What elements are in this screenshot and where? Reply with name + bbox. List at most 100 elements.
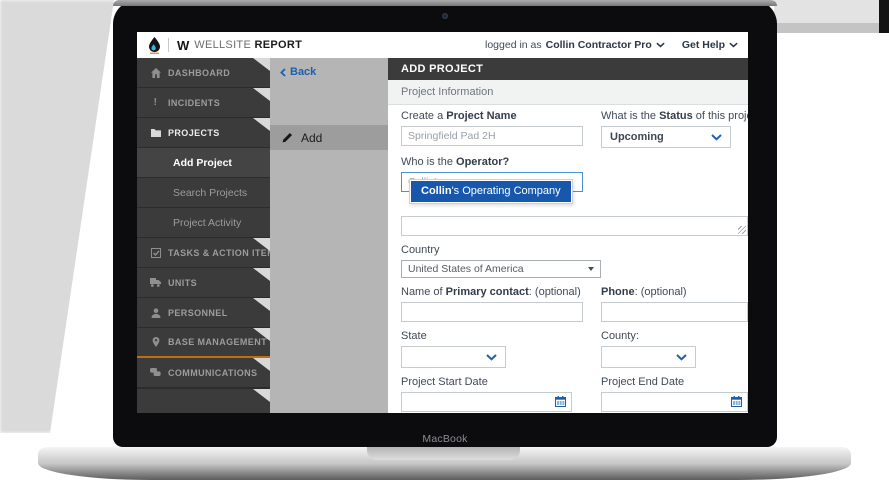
home-icon: [150, 68, 161, 78]
macbook-lid: W WELLSITE REPORT logged in as Collin Co…: [113, 0, 777, 447]
chevron-left-icon: [280, 68, 286, 77]
end-date-input[interactable]: [601, 392, 748, 412]
section-header: Project Information: [388, 80, 748, 105]
start-date-group: Project Start Date: [401, 376, 588, 412]
sidebar-subitem-label: Add Project: [173, 157, 232, 169]
page-title: ADD PROJECT: [388, 58, 748, 80]
user-menu[interactable]: logged in as Collin Contractor Pro: [485, 39, 665, 51]
form-row: Create a Project Name What is the Status…: [401, 110, 748, 148]
phone-input[interactable]: [601, 302, 748, 322]
folder-icon: [150, 128, 161, 137]
end-date-label: Project End Date: [601, 376, 748, 389]
form-row: [401, 216, 748, 236]
country-group: Country United States of America: [401, 244, 601, 278]
subnav-item-label: Add: [301, 131, 322, 145]
secondary-sidebar: Back Add: [270, 58, 388, 413]
chevron-down-icon: [656, 42, 665, 48]
droplet-logo-icon: [148, 37, 161, 54]
form-row: Country United States of America: [401, 244, 748, 278]
operator-group: Who is the Operator? Collin's Operating …: [401, 156, 588, 192]
sidebar-subitem-search-projects[interactable]: Search Projects: [137, 178, 270, 208]
autocomplete-option[interactable]: Collin's Operating Company: [411, 181, 571, 202]
sidebar-item-partial[interactable]: [137, 388, 270, 413]
sidebar-item-projects[interactable]: PROJECTS: [137, 118, 270, 148]
background-band-dark: [774, 23, 889, 33]
status-group: What is the Status of this project? Upco…: [601, 110, 748, 148]
calendar-icon[interactable]: [731, 396, 742, 407]
country-select[interactable]: United States of America: [401, 260, 601, 278]
user-name: Collin Contractor Pro: [546, 39, 652, 51]
country-label: Country: [401, 244, 601, 257]
fold-corner-icon: [253, 268, 270, 281]
chevron-down-icon: [676, 354, 687, 361]
get-help-label: Get Help: [682, 39, 725, 51]
sidebar-item-communications[interactable]: COMMUNICATIONS: [137, 358, 270, 388]
subnav-item-add[interactable]: Add: [270, 125, 388, 150]
sidebar-subitem-add-project[interactable]: Add Project: [137, 148, 270, 178]
operator-notes-textarea[interactable]: [401, 216, 748, 236]
header-right: logged in as Collin Contractor Pro Get H…: [485, 39, 738, 51]
project-name-group: Create a Project Name: [401, 110, 588, 148]
start-date-input[interactable]: [401, 392, 572, 412]
brand-name: WELLSITE REPORT: [194, 39, 302, 51]
sidebar-item-label: DASHBOARD: [168, 68, 230, 78]
county-select[interactable]: [601, 346, 696, 368]
phone-group: Phone: (optional): [601, 286, 748, 322]
state-label: State: [401, 330, 588, 343]
macbook-base-body: [38, 463, 851, 480]
chat-icon: [150, 368, 161, 377]
chevron-down-icon: [729, 42, 738, 48]
start-date-field: [401, 392, 572, 412]
status-select[interactable]: Upcoming: [601, 126, 731, 148]
sidebar-item-label: PERSONNEL: [168, 308, 228, 318]
fold-corner-icon: [253, 238, 270, 251]
logo-divider: [168, 38, 169, 52]
brand-light: WELLSITE: [194, 39, 251, 51]
sidebar-item-tasks[interactable]: TASKS & ACTION ITEMS: [137, 238, 270, 268]
back-button[interactable]: Back: [270, 58, 388, 86]
pin-icon: [150, 337, 161, 347]
autocomplete-dropdown: Collin's Operating Company: [409, 179, 573, 204]
primary-contact-label: Name of Primary contact: (optional): [401, 286, 588, 299]
background-band: [774, 0, 889, 23]
sidebar-item-label: PROJECTS: [168, 128, 220, 138]
county-group: County:: [601, 330, 748, 368]
calendar-icon[interactable]: [555, 396, 566, 407]
select-arrow-icon: [588, 267, 594, 271]
brand-bold: REPORT: [254, 39, 302, 51]
sidebar-item-label: INCIDENTS: [168, 98, 220, 108]
phone-label: Phone: (optional): [601, 286, 748, 299]
sidebar-item-label: UNITS: [168, 278, 197, 288]
screen: W WELLSITE REPORT logged in as Collin Co…: [137, 32, 748, 413]
back-label: Back: [290, 66, 316, 78]
pencil-icon: [282, 132, 293, 143]
project-name-input[interactable]: [401, 126, 583, 146]
country-value: United States of America: [408, 263, 524, 275]
end-date-group: Project End Date: [601, 376, 748, 412]
sidebar-item-units[interactable]: UNITS: [137, 268, 270, 298]
sidebar-item-base-management[interactable]: BASE MANAGEMENT: [137, 328, 270, 358]
truck-icon: [150, 278, 161, 287]
sidebar-item-dashboard[interactable]: DASHBOARD: [137, 58, 270, 88]
chevron-down-icon: [486, 354, 497, 361]
state-select[interactable]: [401, 346, 506, 368]
operator-label: Who is the Operator?: [401, 156, 588, 169]
fold-corner-icon: [253, 118, 270, 131]
webcam-dot: [442, 13, 448, 19]
form-row: Project Start Date Project End Date: [401, 376, 748, 412]
sidebar-subitem-label: Search Projects: [173, 187, 247, 199]
macbook-base-notch: [367, 447, 520, 460]
primary-contact-input[interactable]: [401, 302, 583, 322]
end-date-field: [601, 392, 748, 412]
fold-corner-icon: [253, 88, 270, 101]
sidebar-item-incidents[interactable]: ! INCIDENTS: [137, 88, 270, 118]
sidebar-item-personnel[interactable]: PERSONNEL: [137, 298, 270, 328]
sidebar-subitem-project-activity[interactable]: Project Activity: [137, 208, 270, 238]
form-row: Name of Primary contact: (optional) Phon…: [401, 286, 748, 322]
exclamation-icon: !: [150, 97, 161, 108]
app-body: DASHBOARD ! INCIDENTS PROJECTS: [137, 58, 748, 413]
status-label: What is the Status of this project?: [601, 110, 748, 123]
start-date-label: Project Start Date: [401, 376, 588, 389]
get-help-menu[interactable]: Get Help: [682, 39, 738, 51]
project-name-label: Create a Project Name: [401, 110, 588, 123]
